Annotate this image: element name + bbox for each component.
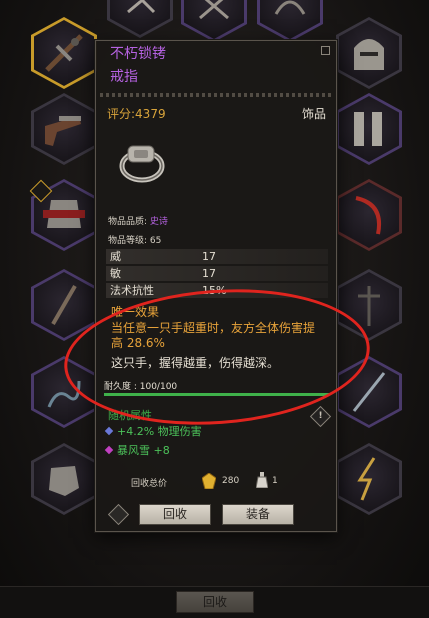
whip-icon xyxy=(257,0,323,42)
inventory-slot-pistol[interactable] xyxy=(31,93,97,165)
inventory-slot-helmet[interactable] xyxy=(336,17,402,89)
inventory-slot-scissors[interactable] xyxy=(181,0,247,42)
pistol-icon xyxy=(31,93,97,165)
greaves-icon xyxy=(336,93,402,165)
diamond-icon xyxy=(104,445,114,455)
stat-row: 威 17 xyxy=(106,249,328,264)
inventory-slot-greaves[interactable] xyxy=(336,93,402,165)
item-level: 物品等级: 65 xyxy=(108,236,162,246)
bow-icon xyxy=(107,0,173,38)
affix-line: 暴风雪 +8 xyxy=(104,442,170,458)
crossbow-icon xyxy=(31,17,97,89)
quality-value: 史诗 xyxy=(149,217,168,227)
item-type: 戒指 xyxy=(110,69,138,85)
ring-icon xyxy=(119,145,165,183)
pin-icon[interactable] xyxy=(321,46,330,55)
lightning-icon xyxy=(336,443,402,515)
quality-line: 物品品质: 史诗 xyxy=(108,217,168,227)
warning-icon[interactable]: ! xyxy=(309,405,332,428)
item-name: 不朽锁铐 xyxy=(110,46,166,62)
item-score: 评分:4379 xyxy=(107,107,166,121)
inventory-slot-whip[interactable] xyxy=(257,0,323,42)
helmet-icon xyxy=(336,17,402,89)
bulk-recycle-button[interactable]: 回收 xyxy=(176,591,254,613)
flask-count: 1 xyxy=(272,476,278,486)
gauntlet-icon xyxy=(31,443,97,515)
divider xyxy=(100,93,332,97)
scythe-icon xyxy=(336,179,402,251)
inventory-slot-bow[interactable] xyxy=(107,0,173,38)
inventory-slot-scythe[interactable] xyxy=(336,179,402,251)
equip-button[interactable]: 装备 xyxy=(222,504,294,525)
item-category: 饰品 xyxy=(301,107,326,121)
flask-icon xyxy=(256,472,268,488)
gem-count: 280 xyxy=(222,476,240,486)
recycle-button[interactable]: 回收 xyxy=(139,504,211,525)
affix-line: +4.2% 物理伤害 xyxy=(104,423,202,439)
inventory-slot-crossbow[interactable] xyxy=(31,17,97,89)
recycle-price-label: 回收总价 xyxy=(131,479,168,489)
stat-row: 敏 17 xyxy=(106,266,328,281)
inventory-slot-gauntlet[interactable] xyxy=(31,443,97,515)
scissors-icon xyxy=(181,0,247,42)
item-tooltip: 不朽锁铐 戒指 评分:4379 饰品 物品品质: 史诗 物品等级: 65 威 1… xyxy=(95,40,337,532)
diamond-icon xyxy=(104,426,114,436)
gold-crystal-icon xyxy=(202,473,216,489)
compare-icon[interactable] xyxy=(107,503,130,526)
bottom-bar: 回收 xyxy=(0,586,429,618)
inventory-slot-lightning[interactable] xyxy=(336,443,402,515)
